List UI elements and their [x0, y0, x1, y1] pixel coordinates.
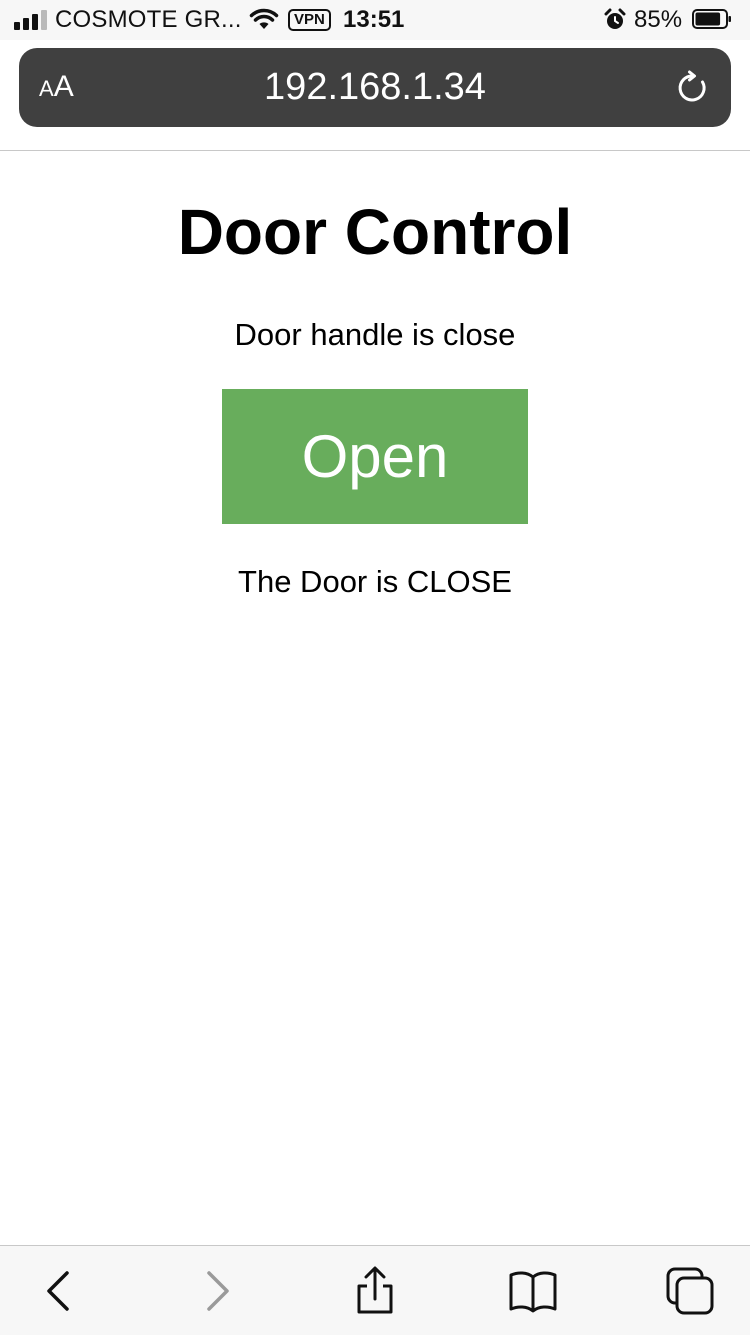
battery-percent: 85%	[634, 6, 683, 33]
reload-icon[interactable]	[675, 70, 711, 106]
door-status-text: The Door is CLOSE	[238, 564, 512, 599]
page-content: Door Control Door handle is close Open T…	[0, 151, 750, 600]
handle-status-text: Door handle is close	[234, 317, 516, 352]
alarm-icon	[604, 8, 626, 29]
browser-toolbar	[0, 1245, 750, 1335]
carrier-name: COSMOTE GR...	[55, 6, 242, 33]
carrier-group: COSMOTE GR...	[14, 6, 242, 34]
url-text[interactable]: 192.168.1.34	[19, 66, 731, 109]
share-icon[interactable]	[350, 1266, 400, 1316]
status-time: 13:51	[343, 6, 405, 33]
back-icon[interactable]	[33, 1266, 83, 1316]
forward-icon[interactable]	[193, 1266, 243, 1316]
address-bar[interactable]: AA 192.168.1.34	[19, 48, 731, 127]
bookmarks-icon[interactable]	[508, 1266, 558, 1316]
wifi-icon	[249, 8, 279, 29]
signal-icon	[14, 10, 47, 30]
vpn-badge: VPN	[288, 9, 331, 31]
page-title: Door Control	[177, 196, 573, 268]
battery-icon	[692, 9, 731, 29]
open-button[interactable]: Open	[222, 389, 528, 524]
status-bar: COSMOTE GR... VPN 13:51 85%	[0, 0, 750, 40]
tabs-icon[interactable]	[665, 1266, 715, 1316]
